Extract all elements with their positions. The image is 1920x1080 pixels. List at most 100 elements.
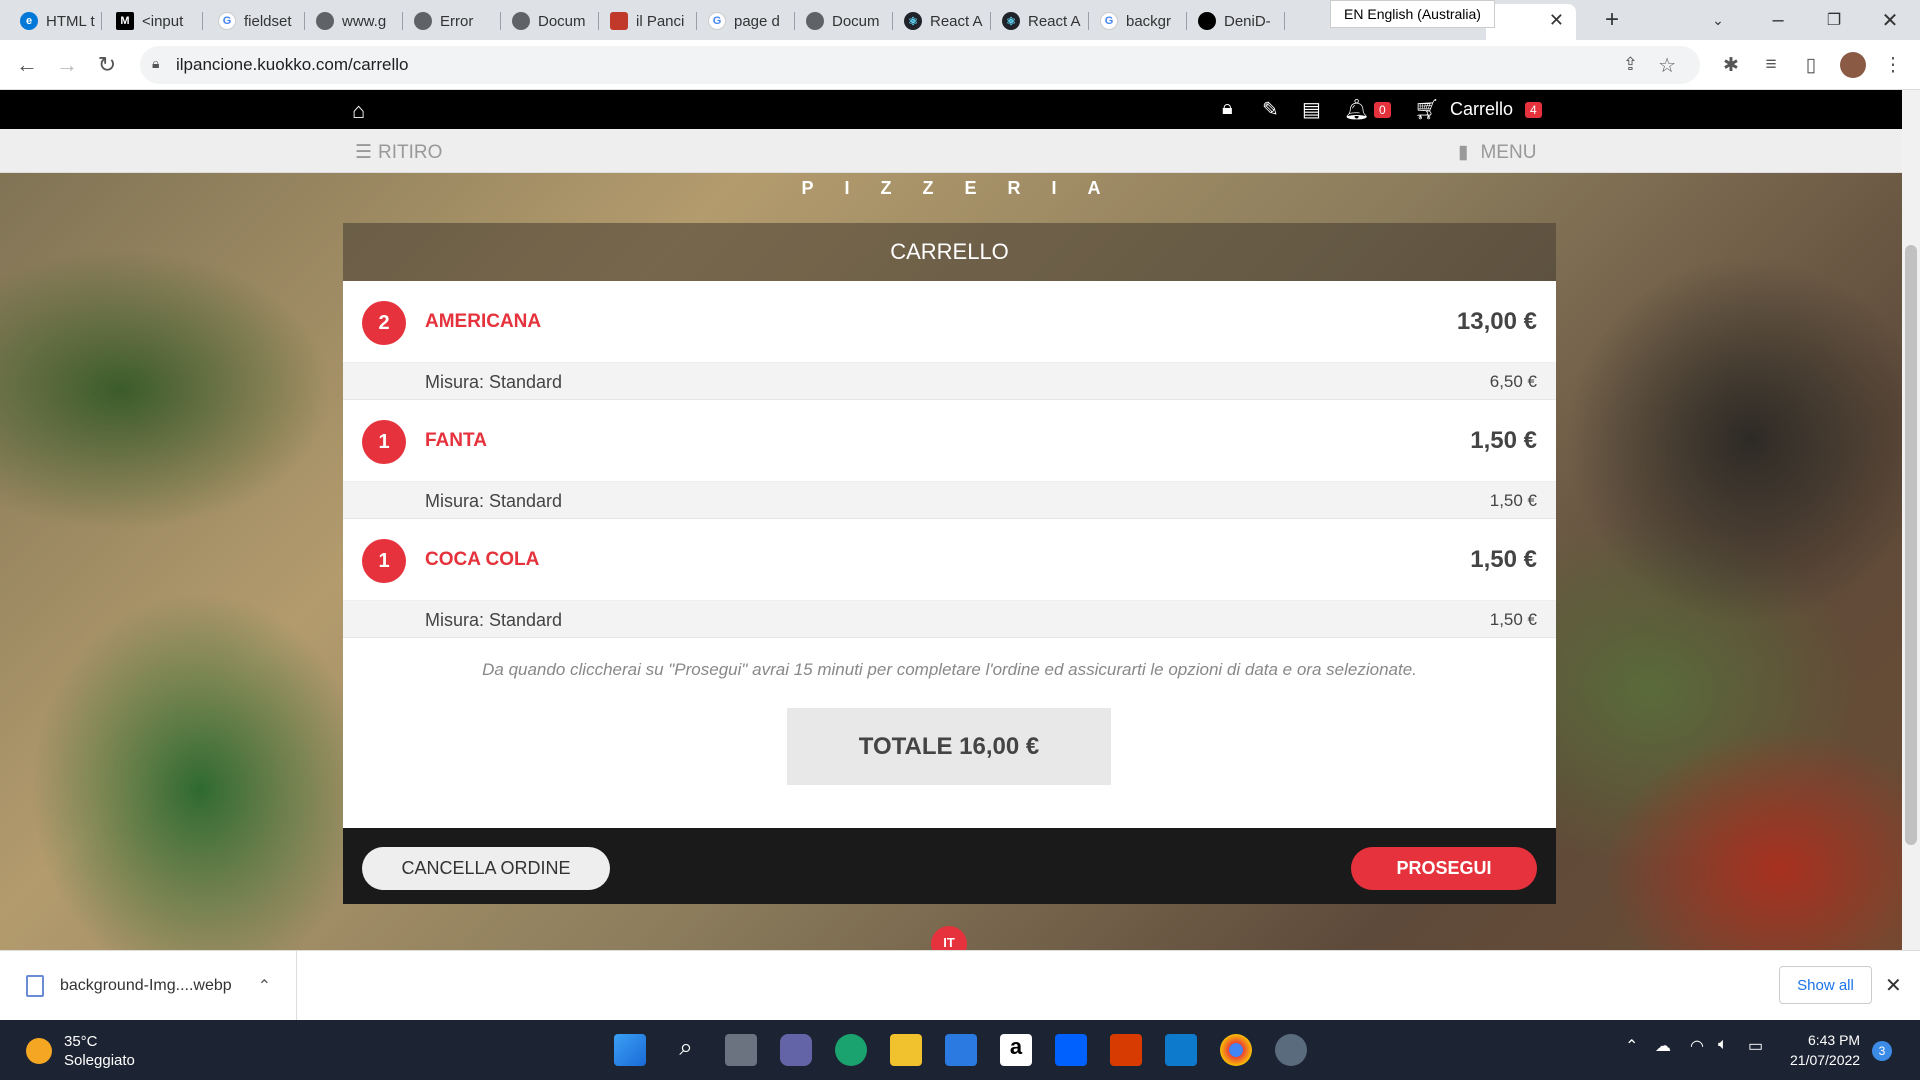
browser-tab[interactable]: Gpage d [700,6,795,36]
site-subnav: ☰ RITIRO ▮ MENU [0,129,1902,173]
cart-body: 2 AMERICANA 13,00 € Misura: Standard 6,5… [343,281,1556,828]
browser-tab[interactable]: ⚛ React A [994,6,1089,36]
search-icon[interactable]: ⌕ [670,1034,702,1066]
mail-icon[interactable] [945,1034,977,1066]
cart-panel: CARRELLO 2 AMERICANA 13,00 € Misura: Sta… [343,223,1556,904]
restore-button[interactable]: ❐ [1806,0,1862,40]
close-downloads-icon[interactable]: ✕ [1885,973,1902,998]
minimize-button[interactable]: – [1750,0,1806,40]
active-tab[interactable]: ✕ [1486,4,1576,40]
globe-icon [414,12,432,30]
settings-icon[interactable] [1275,1034,1307,1066]
browser-tab[interactable]: www.g [308,6,403,36]
teams-icon[interactable] [780,1034,812,1066]
brand-text: PIZZERIA [801,178,1132,198]
show-all-button[interactable]: Show all [1779,966,1872,1004]
item-price: 1,50 € [1470,427,1537,454]
globe-icon [316,12,334,30]
chrome-icon[interactable] [1220,1034,1252,1066]
browser-tab[interactable]: ⚛ React A [896,6,991,36]
option-label: Misura: Standard [425,610,563,630]
notification-count[interactable]: 3 [1872,1041,1892,1061]
item-option: Misura: Standard 1,50 € [343,482,1556,519]
office-icon[interactable] [1110,1034,1142,1066]
side-panel-icon[interactable]: ▯ [1796,50,1826,80]
lock-icon[interactable]: 🔒︎ [1222,97,1233,120]
sun-icon [26,1038,52,1064]
chevron-up-icon[interactable]: ⌃ [258,976,271,996]
cart-link[interactable]: Carrello [1450,99,1513,120]
back-icon[interactable]: ← [12,50,42,80]
language-button[interactable]: IT [931,926,967,950]
tab-search-icon[interactable]: ⌄ [1690,0,1746,40]
option-label: Misura: Standard [425,491,563,511]
reload-icon[interactable]: ↻ [92,50,122,80]
pickup-toggle[interactable]: ☰ RITIRO [355,141,442,164]
scrollbar-thumb[interactable] [1905,245,1917,845]
browser-tab[interactable]: Docum [504,6,599,36]
item-name[interactable]: AMERICANA [425,311,541,333]
more-menu-icon[interactable]: ⋮ [1878,50,1908,80]
browser-tab[interactable]: Gbackgr [1092,6,1187,36]
cart-icon[interactable]: 🛒︎ [1414,97,1439,122]
quantity-badge[interactable]: 1 [362,420,406,464]
clock[interactable]: 6:43 PM 21/07/2022 [1790,1030,1860,1070]
cart-item: 1 FANTA 1,50 € [343,400,1556,482]
page-viewport: ⌂ 🔒︎ ✎ ▤ 🔔︎ 0 🛒︎ Carrello 4 ☰ RITIRO ▮ MEN… [0,90,1902,950]
chevron-up-icon[interactable]: ⌃ [1625,1036,1638,1056]
avatar[interactable] [1840,52,1866,78]
forward-icon[interactable]: → [52,50,82,80]
proceed-button[interactable]: PROSEGUI [1351,847,1537,890]
react-icon: ⚛ [904,12,922,30]
close-tab-icon[interactable]: ✕ [1549,10,1564,31]
browser-tab[interactable]: DeniD- [1190,6,1285,36]
wifi-icon[interactable]: ◠ [1690,1036,1704,1056]
book-icon: ▮ [1458,142,1469,163]
item-price: 1,50 € [1470,546,1537,573]
task-view-icon[interactable] [725,1034,757,1066]
battery-icon[interactable]: ▭ [1748,1036,1763,1056]
browser-tabstrip: e HTML t M <input Gfieldset www.g Error Do… [0,0,1920,40]
pencil-icon[interactable]: ✎ [1262,97,1279,122]
file-explorer-icon[interactable] [890,1034,922,1066]
media-icon[interactable]: ≡ [1756,50,1786,80]
weather-widget[interactable]: 35°C Soleggiato [26,1032,135,1070]
menu-link[interactable]: ▮ MENU [1458,141,1536,164]
quantity-badge[interactable]: 2 [362,301,406,345]
start-icon[interactable] [614,1034,646,1066]
address-bar[interactable]: 🔒︎ ilpancione.kuokko.com/carrello ⇪ ☆ [140,46,1700,84]
quantity-badge[interactable]: 1 [362,539,406,583]
cloud-icon[interactable]: ☁ [1655,1036,1671,1056]
browser-tab[interactable]: Gfieldset [210,6,305,36]
browser-tab[interactable]: M <input [108,6,203,36]
item-name[interactable]: FANTA [425,430,487,452]
bookmark-star-icon[interactable]: ☆ [1658,53,1676,78]
amazon-icon[interactable]: a [1000,1034,1032,1066]
close-window-button[interactable]: ✕ [1862,0,1918,40]
taskbar: 35°C Soleggiato ⌕ a ⌃ ☁ ◠ 🔈︎ ▭ 6:43 PM 21/… [0,1020,1920,1080]
browser-tab[interactable]: Error [406,6,501,36]
extensions-icon[interactable]: ✱ [1716,50,1746,80]
share-icon[interactable]: ⇪ [1623,54,1638,75]
mdn-icon: M [116,12,134,30]
page-scrollbar[interactable] [1902,90,1920,950]
download-file-name: background-Img....webp [60,977,232,994]
item-option: Misura: Standard 1,50 € [343,601,1556,638]
browser-tab[interactable]: e HTML t [12,6,102,36]
browser-tab[interactable]: Docum [798,6,893,36]
cart-item: 1 COCA COLA 1,50 € [343,519,1556,601]
cancel-order-button[interactable]: CANCELLA ORDINE [362,847,610,890]
item-name[interactable]: COCA COLA [425,549,539,571]
browser-tab[interactable]: il Panci [602,6,697,36]
vscode-icon[interactable] [1165,1034,1197,1066]
dropbox-icon[interactable] [1055,1034,1087,1066]
volume-icon[interactable]: 🔈︎ [1718,1036,1728,1054]
home-icon[interactable]: ⌂ [352,98,365,124]
url-text: ilpancione.kuokko.com/carrello [176,55,409,74]
edge-icon[interactable] [835,1034,867,1066]
download-item[interactable]: background-Img....webp ⌃ [0,951,297,1021]
id-card-icon[interactable]: ▤ [1302,97,1321,122]
bell-icon[interactable]: 🔔︎ [1344,97,1369,122]
notifications-badge: 0 [1374,102,1391,118]
new-tab-button[interactable]: + [1584,0,1640,40]
